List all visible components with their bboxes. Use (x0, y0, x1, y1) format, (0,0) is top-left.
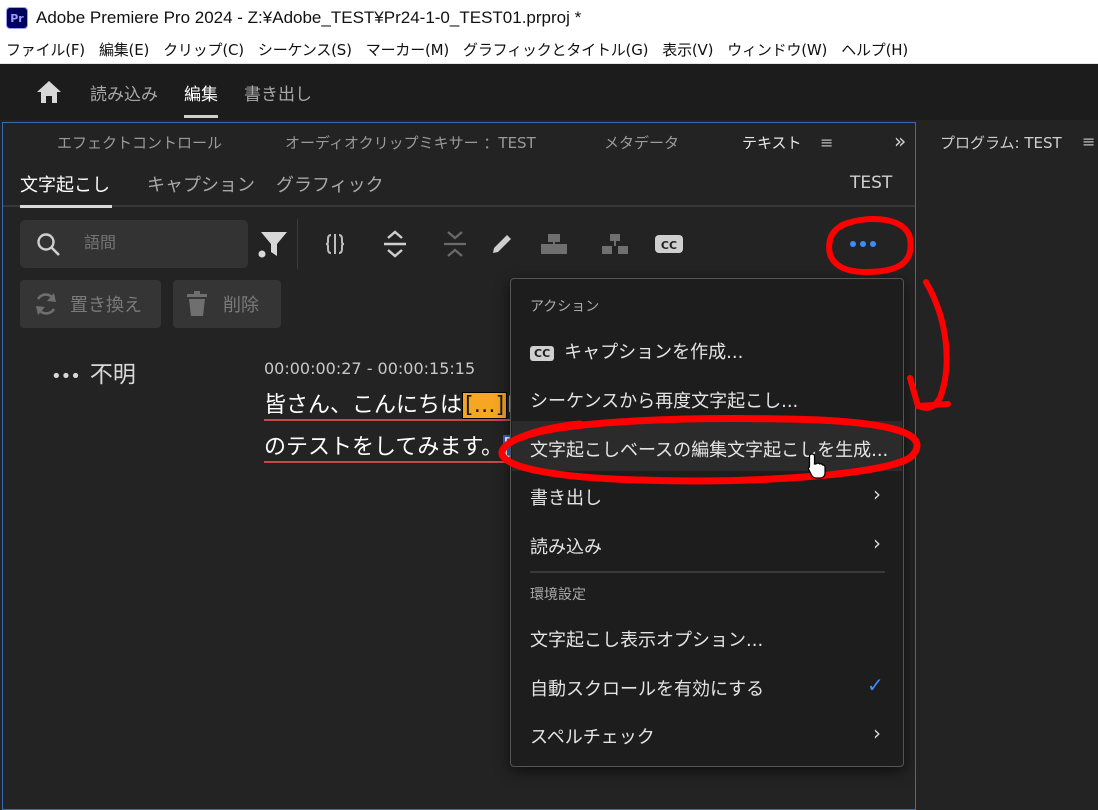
title-bar: Pr Adobe Premiere Pro 2024 - Z:¥Adobe_TE… (0, 0, 1098, 36)
menu-help[interactable]: ヘルプ(H) (834, 39, 915, 60)
menu-header-actions: アクション (530, 299, 600, 315)
home-button[interactable] (32, 75, 66, 109)
tab-metadata[interactable]: メタデータ (604, 132, 679, 153)
menu-item-import[interactable]: 読み込み (530, 533, 602, 559)
replace-label: 置き換え (70, 295, 142, 316)
speaker-options-icon[interactable]: ••• (51, 366, 81, 387)
menu-item-generate-transcript[interactable]: 文字起こしベースの編集文字起こしを生成... (530, 436, 888, 462)
menu-bar: ファイル(F) 編集(E) クリップ(C) シーケンス(S) マーカー(M) グ… (0, 36, 1098, 64)
transcript-line[interactable]: 皆さん、こんにちは[…]PR (264, 387, 536, 421)
speaker-merge-button[interactable] (599, 229, 631, 259)
premiere-app-icon: Pr (6, 7, 28, 29)
menu-file[interactable]: ファイル(F) (0, 39, 92, 60)
home-icon (37, 81, 61, 103)
split-icon (325, 234, 345, 254)
workspace-tab-import[interactable]: 読み込み (90, 64, 158, 120)
tab-audio-clip-mixer[interactable]: オーディオクリップミキサー ：TEST (285, 132, 536, 153)
segment-timecode: 00:00:00:27 - 00:00:15:15 (264, 359, 476, 378)
filter-button[interactable] (257, 229, 289, 259)
replace-button[interactable]: 置き換え (20, 280, 161, 328)
workspace-tab-export[interactable]: 書き出し (244, 64, 312, 120)
ellipsis-icon (850, 241, 876, 247)
speaker-label-button[interactable] (538, 229, 570, 259)
window-title: Adobe Premiere Pro 2024 - Z:¥Adobe_TEST¥… (36, 8, 582, 27)
menu-separator (530, 571, 885, 573)
program-monitor-panel: プログラム: TEST ≡ (922, 122, 1098, 810)
transcript-text: 皆さん、こんにちは (264, 393, 463, 418)
menu-edit[interactable]: 編集(E) (92, 39, 156, 60)
speaker-name: 不明 (89, 362, 136, 388)
menu-clip[interactable]: クリップ(C) (156, 39, 251, 60)
hand-pointer-cursor (807, 453, 826, 479)
chevron-right-icon: › (873, 482, 881, 506)
panel-overflow-icon[interactable]: » (894, 129, 906, 153)
svg-text:CC: CC (661, 239, 677, 252)
delete-button[interactable]: 削除 (173, 280, 281, 328)
transcript-text: のテストをしてみます。 (264, 435, 504, 460)
program-menu-icon[interactable]: ≡ (1082, 132, 1095, 151)
menu-item-spellcheck[interactable]: スペルチェック (530, 723, 655, 749)
cc-icon: CC (530, 345, 555, 361)
merge-button[interactable] (439, 229, 471, 259)
trash-icon (187, 291, 207, 316)
cc-icon: CC (655, 235, 683, 253)
create-captions-button[interactable]: CC (653, 229, 685, 259)
speaker-block-icon (541, 234, 567, 254)
active-subtab-indicator (20, 205, 112, 208)
menu-view[interactable]: 表示(V) (655, 39, 720, 60)
speaker-tree-icon (602, 234, 628, 254)
tab-effect-controls[interactable]: エフェクトコントロール (57, 132, 222, 153)
subtab-transcript[interactable]: 文字起こし (20, 171, 110, 197)
checkmark-icon: ✓ (867, 673, 884, 697)
menu-window[interactable]: ウィンドウ(W) (720, 39, 834, 60)
workspace-tab-edit[interactable]: 編集 (184, 64, 218, 120)
chevron-right-icon: › (873, 531, 881, 555)
search-input[interactable] (84, 233, 234, 252)
program-monitor-tab[interactable]: プログラム: TEST (940, 132, 1062, 153)
more-options-menu: アクション CC キャプションを作成... シーケンスから再度文字起こし... 文… (510, 278, 904, 767)
transcript-line[interactable]: のテストをしてみます。[. (264, 429, 526, 463)
text-sub-tabs: 文字起こし キャプション グラフィック TEST (3, 163, 915, 208)
toolbar-separator (297, 219, 298, 269)
menu-sequence[interactable]: シーケンス(S) (251, 39, 359, 60)
menu-item-export[interactable]: 書き出し (530, 484, 602, 510)
search-box[interactable] (20, 220, 248, 268)
more-options-button[interactable] (847, 229, 879, 259)
split-segment-button[interactable] (319, 229, 351, 259)
edit-button[interactable] (486, 229, 518, 259)
panel-tab-strip: エフェクトコントロール オーディオクリップミキサー ：TEST メタデータ テキ… (3, 123, 915, 161)
menu-header-preferences: 環境設定 (530, 587, 586, 603)
merge-vertical-icon (444, 231, 466, 257)
chevron-right-icon: › (873, 721, 881, 745)
tab-text[interactable]: テキスト (742, 132, 802, 153)
pencil-icon (493, 235, 511, 253)
menu-graphics[interactable]: グラフィックとタイトル(G) (456, 39, 655, 60)
delete-label: 削除 (223, 295, 259, 316)
subtab-graphics[interactable]: グラフィック (276, 171, 384, 197)
menu-marker[interactable]: マーカー(M) (359, 39, 456, 60)
menu-item-auto-scroll[interactable]: 自動スクロールを有効にする (530, 675, 764, 701)
refresh-icon (36, 293, 56, 315)
sequence-name: TEST (850, 173, 893, 193)
expand-vertical-icon (384, 230, 406, 258)
expand-button[interactable] (379, 229, 411, 259)
menu-item-label: キャプションを作成... (564, 342, 744, 363)
menu-item-retranscribe[interactable]: シーケンスから再度文字起こし... (530, 387, 798, 413)
menu-item-create-captions[interactable]: CC キャプションを作成... (530, 338, 743, 364)
panel-menu-icon[interactable]: ≡ (820, 133, 833, 152)
workspace-bar: 読み込み 編集 書き出し (0, 64, 1098, 120)
filter-icon (258, 232, 287, 258)
menu-item-display-options[interactable]: 文字起こし表示オプション... (530, 626, 763, 652)
speaker-label[interactable]: ••• 不明 (51, 355, 136, 389)
subtab-captions[interactable]: キャプション (147, 171, 255, 197)
search-icon (37, 233, 60, 256)
pause-marker[interactable]: […] (462, 392, 508, 419)
